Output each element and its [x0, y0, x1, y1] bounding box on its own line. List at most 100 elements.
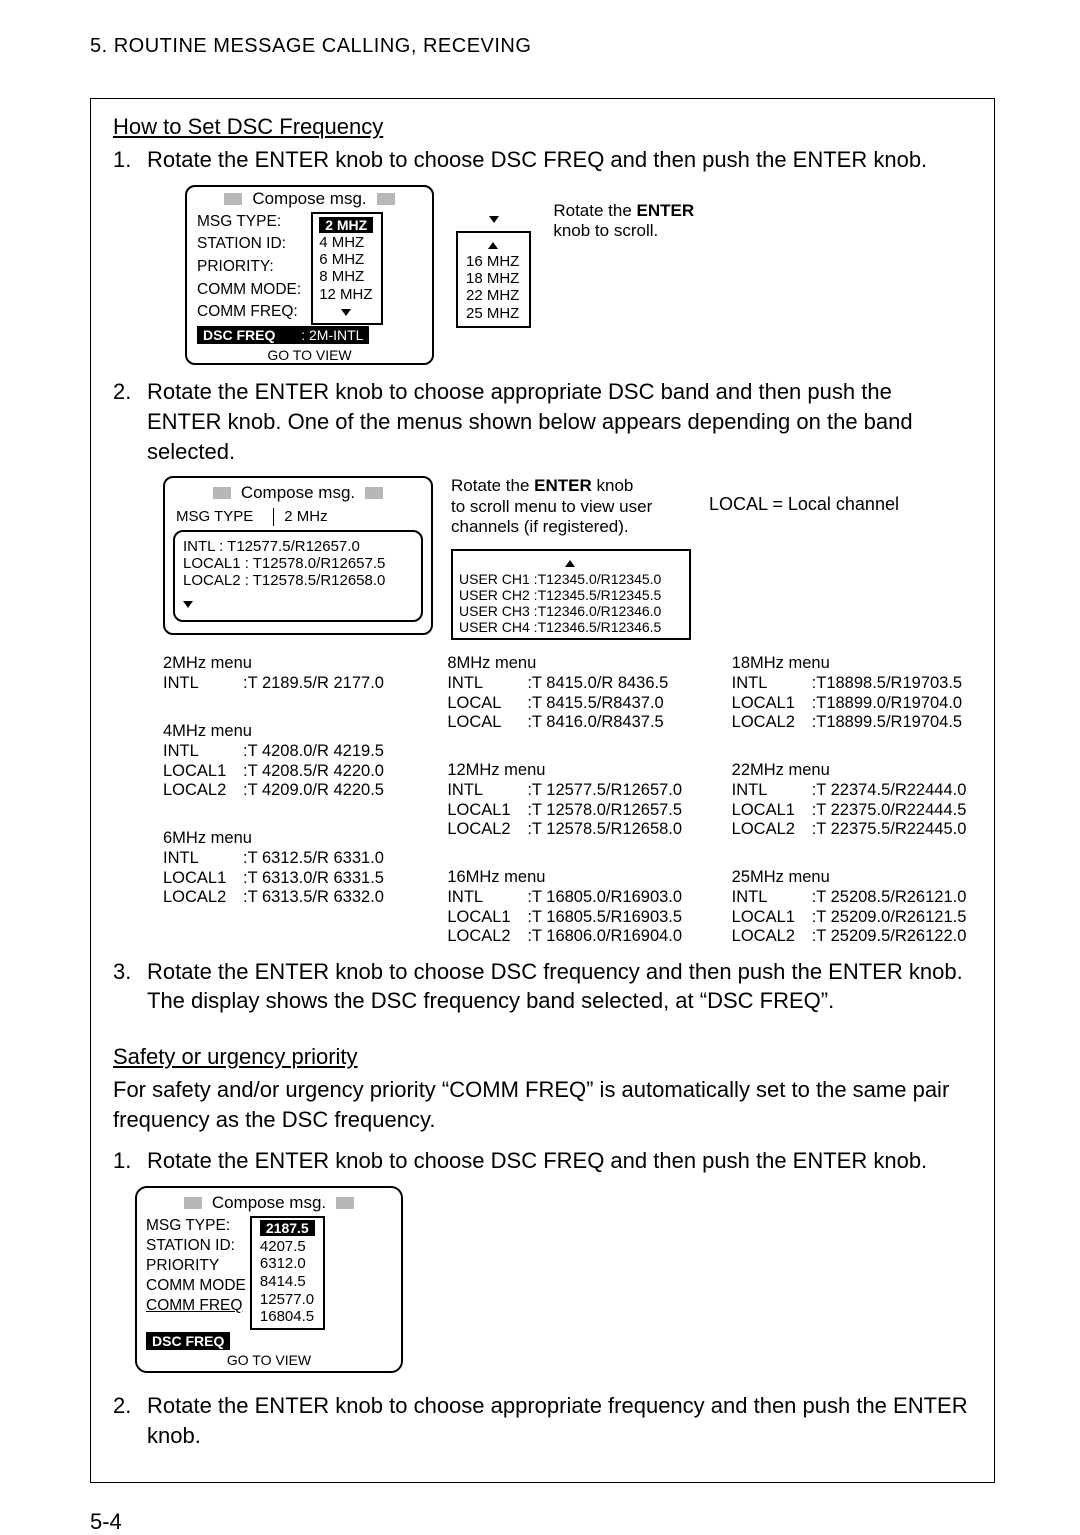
f3-l2: PRIORITY	[146, 1256, 246, 1276]
step-number: 2.	[113, 377, 147, 466]
f3-l1: STATION ID:	[146, 1236, 246, 1256]
user-ch: USER CH4 :T12346.5/R12346.5	[459, 619, 681, 635]
menu-title: 8MHz menu	[447, 654, 687, 673]
menu-row: INTL:T 16805.0/R16903.0	[447, 888, 687, 907]
step-number: 1.	[113, 1146, 147, 1176]
f1-l1: STATION ID:	[197, 234, 305, 257]
ch-line: LOCAL2 : T12578.5/R12658.0	[183, 572, 413, 589]
ch-line: INTL : T12577.5/R12657.0	[183, 538, 413, 555]
field-labels: MSG TYPE: STATION ID: PRIORITY COMM MODE…	[146, 1216, 246, 1330]
menu-row: INTL:T 22374.5/R22444.0	[732, 781, 972, 800]
user-channels-popup: USER CH1 :T12345.0/R12345.0 USER CH2 :T1…	[451, 549, 691, 639]
popup-sel: 2 MHZ	[319, 217, 373, 233]
go-to-view: GO TO VIEW	[140, 1352, 398, 1368]
triangle-down-icon	[183, 601, 193, 608]
safety-intro: For safety and/or urgency priority “COMM…	[113, 1075, 972, 1134]
field-labels: MSG TYPE: STATION ID: PRIORITY: COMM MOD…	[197, 212, 305, 326]
menu-row: LOCAL:T 8416.0/R8437.5	[447, 713, 687, 732]
menu-row: LOCAL1:T 6313.0/R 6331.5	[163, 869, 403, 888]
f1-l2: PRIORITY:	[197, 257, 305, 280]
menu-row: INTL:T 6312.5/R 6331.0	[163, 849, 403, 868]
step-b1: 1. Rotate the ENTER knob to choose DSC F…	[113, 1146, 972, 1176]
fig1-note: Rotate the ENTER knob to scroll.	[553, 201, 694, 242]
menu-row: LOCAL1:T 16805.5/R16903.5	[447, 908, 687, 927]
step-text: Rotate the ENTER knob to choose DSC FREQ…	[147, 1146, 972, 1176]
menu-row: LOCAL1:T18899.0/R19704.0	[732, 694, 972, 713]
menu-row: INTL:T18898.5/R19703.5	[732, 674, 972, 693]
step-text: Rotate the ENTER knob to choose DSC FREQ…	[147, 145, 972, 175]
square-icon	[365, 487, 383, 499]
bar-right: 2 MHz	[284, 508, 343, 526]
menu-row: INTL:T 12577.5/R12657.0	[447, 781, 687, 800]
step-number: 2.	[113, 1391, 147, 1450]
go-to-view: GO TO VIEW	[187, 347, 432, 363]
popup-item: 8414.5	[260, 1273, 315, 1291]
triangle-down-icon	[341, 309, 351, 316]
menu-title: 18MHz menu	[732, 654, 972, 673]
popup-item: 6312.0	[260, 1255, 315, 1273]
menu-row: LOCAL1:T 25209.0/R26121.5	[732, 908, 972, 927]
f1-l4: COMM FREQ:	[197, 302, 305, 325]
user-ch: USER CH1 :T12345.0/R12345.0	[459, 571, 681, 587]
square-icon	[336, 1197, 354, 1209]
triangle-up-icon	[488, 242, 498, 249]
compose-window-2: Compose msg. MSG TYPE 2 MHz INTL : T1257…	[163, 476, 433, 635]
mhz-popup-1: 2 MHZ 4 MHZ 6 MHZ 8 MHZ 12 MHZ	[311, 212, 383, 326]
menu-row: LOCAL1:T 22375.0/R22444.5	[732, 801, 972, 820]
menu-row: LOCAL1:T 12578.0/R12657.5	[447, 801, 687, 820]
menu-row: LOCAL2:T 25209.5/R26122.0	[732, 927, 972, 946]
section-title: How to Set DSC Frequency	[113, 114, 972, 140]
popup-item: 18 MHZ	[466, 270, 519, 287]
menu-row: INTL:T 25208.5/R26121.0	[732, 888, 972, 907]
popup-item: 6 MHZ	[319, 251, 373, 268]
f3-l3: COMM MODE	[146, 1276, 246, 1296]
menu-title: 2MHz menu	[163, 654, 403, 673]
popup-item: 25 MHZ	[466, 305, 519, 322]
popup-item: 12577.0	[260, 1291, 315, 1309]
menu-row: LOCAL2:T 22375.5/R22445.0	[732, 820, 972, 839]
popup-item: 8 MHZ	[319, 268, 373, 285]
dsc-freq-sel: DSC FREQ : 2M-INTL	[197, 326, 369, 344]
compose-window-3: Compose msg. MSG TYPE: STATION ID: PRIOR…	[135, 1186, 403, 1373]
menu-row: LOCAL:T 8415.5/R8437.0	[447, 694, 687, 713]
arrow-down-icon	[489, 216, 499, 223]
popup-item: 16 MHZ	[466, 253, 519, 270]
compose-title: Compose msg.	[212, 1193, 326, 1213]
mhz-popup-2: 16 MHZ 18 MHZ 22 MHZ 25 MHZ	[456, 203, 531, 328]
popup-item: 16804.5	[260, 1308, 315, 1326]
f3-l4: COMM FREQ	[146, 1296, 246, 1316]
menu-row: INTL:T 2189.5/R 2177.0	[163, 674, 403, 693]
step-b2: 2. Rotate the ENTER knob to choose appro…	[113, 1391, 972, 1450]
popup-item: 12 MHZ	[319, 286, 373, 303]
step-number: 1.	[113, 145, 147, 175]
square-icon	[184, 1197, 202, 1209]
page-header: 5. ROUTINE MESSAGE CALLING, RECEVING	[90, 35, 995, 58]
fig2-note: Rotate the ENTER knob to scroll menu to …	[451, 476, 691, 537]
safety-title: Safety or urgency priority	[113, 1044, 972, 1070]
step-a2: 2. Rotate the ENTER knob to choose appro…	[113, 377, 972, 466]
step-number: 3.	[113, 957, 147, 1016]
compose-title: Compose msg.	[241, 483, 355, 503]
menu-row: LOCAL2:T 4209.0/R 4220.5	[163, 781, 403, 800]
inner-channel-list: INTL : T12577.5/R12657.0 LOCAL1 : T12578…	[173, 530, 423, 622]
menu-row: INTL:T 4208.0/R 4219.5	[163, 742, 403, 761]
menu-row: LOCAL1:T 4208.5/R 4220.0	[163, 762, 403, 781]
popup-sel: 2187.5	[260, 1220, 315, 1236]
triangle-up-icon	[565, 560, 575, 567]
step-text: Rotate the ENTER knob to choose appropri…	[147, 377, 972, 466]
square-icon	[213, 487, 231, 499]
page-number: 5-4	[90, 1509, 995, 1535]
content-frame: How to Set DSC Frequency 1. Rotate the E…	[90, 98, 995, 1483]
square-icon	[224, 193, 242, 205]
menu-title: 4MHz menu	[163, 722, 403, 741]
compose-window-1: Compose msg. MSG TYPE: STATION ID: PRIOR…	[185, 185, 434, 366]
menu-title: 25MHz menu	[732, 868, 972, 887]
user-ch: USER CH3 :T12346.0/R12346.0	[459, 603, 681, 619]
compose-title: Compose msg.	[252, 189, 366, 209]
menu-row: LOCAL2:T18899.5/R19704.5	[732, 713, 972, 732]
dsc-freq-sel: DSC FREQ	[146, 1332, 230, 1350]
menu-row: LOCAL2:T 16806.0/R16904.0	[447, 927, 687, 946]
step-a1: 1. Rotate the ENTER knob to choose DSC F…	[113, 145, 972, 175]
menu-title: 12MHz menu	[447, 761, 687, 780]
menu-row: LOCAL2:T 12578.5/R12658.0	[447, 820, 687, 839]
